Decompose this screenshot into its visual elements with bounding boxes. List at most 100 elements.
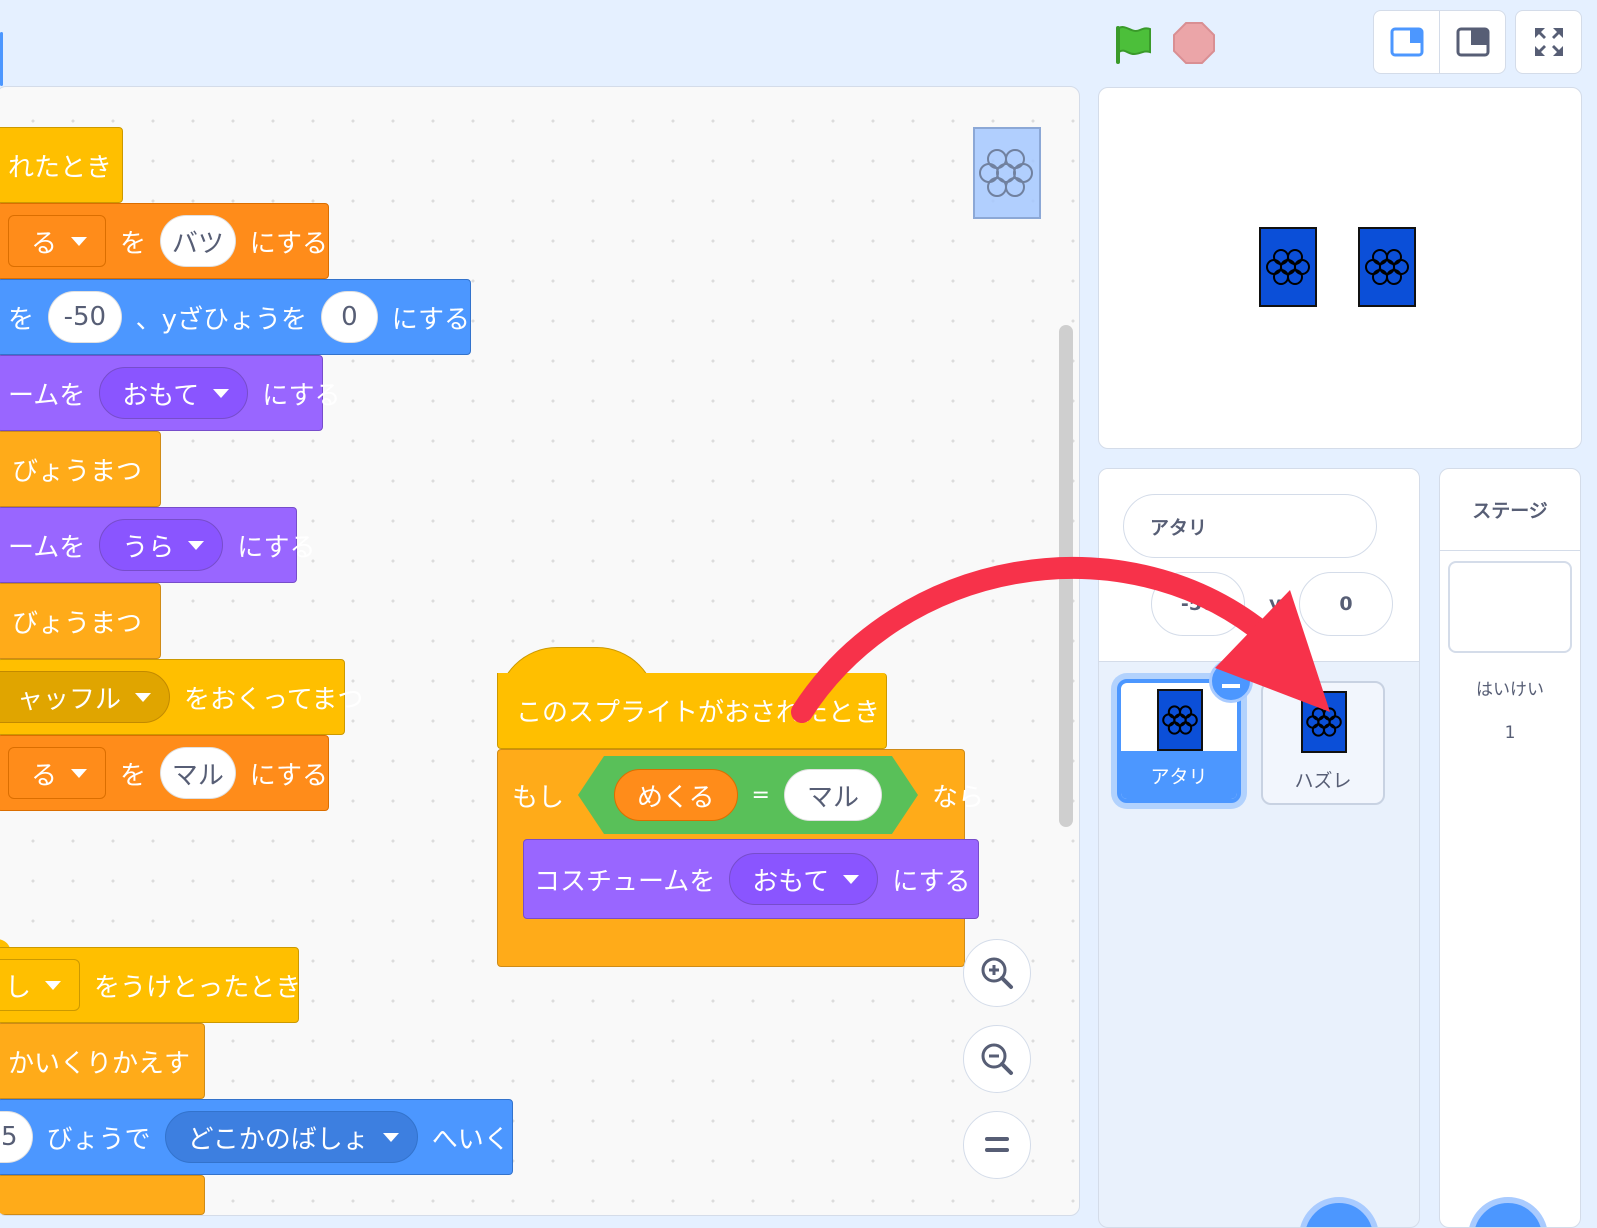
equals-operator[interactable]: めくる = マル — [578, 756, 918, 834]
seconds-input[interactable]: 5 — [0, 1111, 33, 1163]
set-variable-block[interactable]: る を バツ にする — [0, 203, 329, 279]
circles-pattern-icon — [1365, 249, 1409, 285]
circles-pattern-icon — [1301, 691, 1347, 753]
block-text: もし — [512, 782, 565, 813]
stop-icon[interactable] — [1172, 21, 1216, 65]
block-text: れたとき — [8, 152, 113, 183]
small-stage-button[interactable] — [1373, 10, 1440, 74]
sprite-name-label: ハズレ — [1294, 769, 1352, 792]
zoom-reset-button[interactable] — [963, 1111, 1031, 1179]
when-receive-hat-block[interactable]: し をうけとったとき — [0, 947, 302, 1023]
block-text: 、yざひょうを — [135, 304, 307, 335]
sprite-thumb-hazure[interactable]: ハズレ — [1261, 681, 1385, 805]
y-input[interactable]: 0 — [320, 291, 378, 343]
zoom-in-button[interactable] — [963, 939, 1031, 1007]
sprite-card-hazure[interactable] — [1358, 227, 1416, 307]
fullscreen-button[interactable] — [1515, 10, 1582, 74]
chevron-down-icon — [213, 388, 230, 398]
dropdown-label: どこかのばしょ — [187, 1124, 369, 1155]
glide-to-block[interactable]: 5 びょうで どこかのばしょ へいく — [0, 1099, 513, 1175]
circles-pattern-icon — [1266, 249, 1310, 285]
small-stage-icon — [1390, 27, 1423, 57]
broadcast-and-wait-block[interactable]: ャッフル をおくってまつ — [0, 659, 363, 735]
block-text: ームを — [8, 380, 86, 411]
dropdown-label: おもて — [122, 380, 200, 411]
dropdown-label: うら — [122, 532, 175, 563]
costume-dropdown[interactable]: おもて — [729, 853, 879, 905]
large-stage-button[interactable] — [1439, 10, 1506, 74]
when-sprite-clicked-hat-block[interactable]: このスプライトがおされたとき — [497, 673, 887, 749]
sprite-x-value: -50 — [1180, 593, 1216, 615]
message-dropdown[interactable]: し — [0, 959, 81, 1011]
block-text: コスチュームを — [534, 866, 716, 897]
zoom-out-button[interactable] — [963, 1025, 1031, 1093]
zoom-out-icon — [981, 1043, 1013, 1075]
switch-costume-block[interactable]: ームを おもて にする — [0, 355, 340, 431]
block-text: このスプライトがおされたとき — [516, 698, 881, 728]
block-text: にする — [249, 228, 328, 259]
switch-costume-block[interactable]: コスチュームを おもて にする — [523, 839, 979, 919]
target-dropdown[interactable]: どこかのばしょ — [164, 1111, 418, 1163]
green-flag-icon[interactable] — [1110, 22, 1154, 66]
goto-xy-block[interactable]: を -50 、yざひょうを 0 にする — [0, 279, 471, 355]
costume-dropdown[interactable]: うら — [99, 519, 224, 571]
repeat-block-body — [0, 1175, 205, 1215]
large-stage-icon — [1456, 27, 1489, 57]
delete-sprite-button[interactable] — [1209, 659, 1253, 703]
add-backdrop-button[interactable] — [1468, 1197, 1548, 1227]
x-input[interactable]: -50 — [48, 291, 122, 343]
chevron-down-icon — [45, 980, 62, 990]
repeat-block[interactable]: かいくりかえす — [0, 1023, 205, 1099]
stage-selector[interactable]: ステージ はいけい 1 — [1439, 468, 1581, 1228]
chevron-down-icon — [71, 768, 88, 778]
sprite-panel: アタリ -50 y 0 アタリ ハズレ — [1098, 468, 1420, 1228]
vertical-scrollbar[interactable] — [1059, 325, 1073, 827]
block-text: を — [120, 760, 147, 791]
message-dropdown[interactable]: ャッフル — [0, 671, 171, 723]
chevron-down-icon — [382, 1132, 399, 1142]
if-header: もし めくる = マル なら — [508, 750, 984, 840]
block-text: にする — [262, 380, 341, 411]
variable-dropdown[interactable]: る — [8, 747, 107, 799]
dropdown-label: る — [31, 228, 58, 259]
stage[interactable] — [1098, 87, 1582, 449]
stage-title: ステージ — [1440, 469, 1580, 551]
variable-reporter[interactable]: めくる — [614, 769, 737, 821]
dropdown-label: る — [31, 760, 58, 791]
block-text: にする — [237, 532, 316, 563]
set-variable-block[interactable]: る を マル にする — [0, 735, 329, 811]
backdrops-count: 1 — [1504, 723, 1516, 743]
add-sprite-button[interactable] — [1299, 1197, 1379, 1227]
chevron-down-icon — [71, 236, 88, 246]
sprite-y-value: 0 — [1339, 593, 1353, 615]
wait-block[interactable]: びょうまつ — [0, 431, 161, 507]
chevron-down-icon — [188, 540, 205, 550]
sprite-name-value: アタリ — [1150, 516, 1208, 539]
sprite-name-label: アタリ — [1121, 751, 1237, 799]
sprite-x-field[interactable]: -50 — [1151, 572, 1245, 636]
block-text: をおくってまつ — [184, 684, 364, 715]
block-text: にする — [249, 760, 328, 791]
value-input[interactable]: マル — [160, 747, 236, 799]
menu-edge — [0, 32, 3, 86]
sprite-name-field[interactable]: アタリ — [1123, 494, 1377, 558]
backdrop-thumbnail[interactable] — [1448, 561, 1572, 653]
minus-icon — [1222, 684, 1240, 688]
value-input[interactable]: バツ — [160, 215, 236, 267]
variable-dropdown[interactable]: る — [8, 215, 107, 267]
sprite-y-field[interactable]: 0 — [1299, 572, 1393, 636]
dropdown-label: おもて — [752, 866, 830, 897]
costume-dropdown[interactable]: おもて — [99, 367, 249, 419]
when-hat-block[interactable]: れたとき — [0, 127, 123, 203]
block-text: びょうで — [46, 1124, 151, 1155]
switch-costume-block[interactable]: ームを うら にする — [0, 507, 316, 583]
block-text: なら — [931, 782, 984, 813]
block-text: にする — [892, 866, 971, 897]
dropdown-label: ャッフル — [17, 684, 122, 715]
sprite-card-atari[interactable] — [1259, 227, 1317, 307]
value-input[interactable]: マル — [784, 769, 882, 821]
block-text: をうけとったとき — [94, 972, 302, 1003]
code-area[interactable]: れたとき る を バツ にする を -50 、yざひょうを 0 にする ームを … — [0, 86, 1080, 1216]
wait-block[interactable]: びょうまつ — [0, 583, 161, 659]
sprite-info: アタリ -50 y 0 — [1099, 469, 1419, 662]
